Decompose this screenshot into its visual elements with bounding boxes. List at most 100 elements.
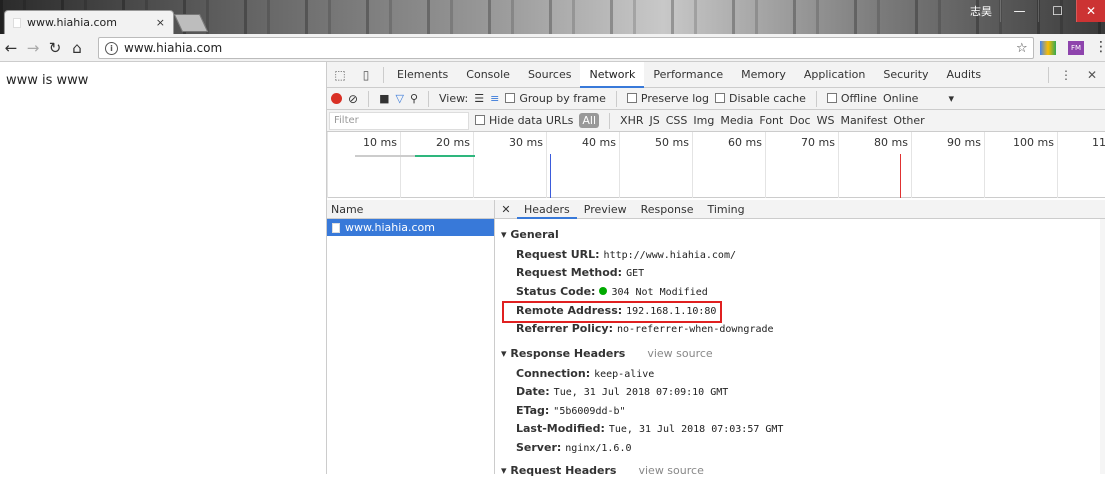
- maximize-button[interactable]: ☐: [1038, 0, 1076, 22]
- view-label: View:: [439, 92, 469, 105]
- tab-response[interactable]: Response: [634, 200, 701, 219]
- filter-icon[interactable]: ▽: [395, 92, 403, 105]
- header-row: Last-Modified: Tue, 31 Jul 2018 07:03:57 …: [516, 422, 784, 435]
- request-name: www.hiahia.com: [345, 221, 436, 234]
- network-lower-area: Name www.hiahia.com ✕ Headers Preview Re…: [327, 200, 1105, 477]
- tab-title: www.hiahia.com: [27, 16, 118, 29]
- status-dot-icon: [599, 287, 608, 295]
- preserve-log-checkbox[interactable]: Preserve log: [626, 92, 709, 105]
- type-filter-other[interactable]: Other: [893, 114, 924, 127]
- tick-label: 60 ms: [728, 136, 762, 149]
- general-section-toggle[interactable]: ▾ General: [501, 228, 559, 241]
- tab-preview[interactable]: Preview: [577, 200, 634, 219]
- tick-label: 100 ms: [1013, 136, 1054, 149]
- download-bar: [415, 155, 475, 157]
- hide-data-urls-checkbox[interactable]: Hide data URLs: [475, 114, 573, 127]
- scrollbar[interactable]: [1100, 219, 1105, 474]
- tab-security[interactable]: Security: [874, 62, 937, 88]
- page-icon: [13, 17, 21, 28]
- reload-icon[interactable]: ↻: [44, 39, 66, 57]
- header-row: Request URL: http://www.hiahia.com/: [516, 248, 736, 261]
- header-row: Request Method: GET: [516, 266, 645, 279]
- minimize-button[interactable]: —: [1000, 0, 1038, 22]
- view-source-link[interactable]: view source: [638, 464, 703, 477]
- record-icon[interactable]: [331, 93, 342, 104]
- devtools-close-icon[interactable]: ✕: [1079, 68, 1105, 82]
- close-details-icon[interactable]: ✕: [495, 203, 517, 216]
- tick-label: 50 ms: [655, 136, 689, 149]
- tab-network[interactable]: Network: [580, 61, 645, 88]
- type-filter-css[interactable]: CSS: [666, 114, 688, 127]
- response-headers-toggle[interactable]: ▾ Response Headers view source: [501, 347, 713, 360]
- type-filter-font[interactable]: Font: [759, 114, 783, 127]
- type-filter-ws[interactable]: WS: [817, 114, 835, 127]
- header-row: Connection: keep-alive: [516, 367, 655, 380]
- tick-label: 80 ms: [874, 136, 908, 149]
- extension-icon-2[interactable]: FM: [1068, 41, 1084, 55]
- type-filter-doc[interactable]: Doc: [789, 114, 810, 127]
- request-list: Name www.hiahia.com: [327, 200, 495, 474]
- tab-audits[interactable]: Audits: [938, 62, 991, 88]
- request-headers-toggle[interactable]: ▾ Request Headers view source: [501, 464, 704, 477]
- back-icon[interactable]: ←: [0, 39, 22, 57]
- type-filter-all[interactable]: All: [579, 113, 600, 128]
- menu-icon[interactable]: ⋮: [1094, 39, 1105, 55]
- highlight-box: [502, 301, 722, 323]
- details-tabbar: ✕ Headers Preview Response Timing: [495, 200, 1105, 219]
- tick-label: 90 ms: [947, 136, 981, 149]
- tick-label: 70 ms: [801, 136, 835, 149]
- filter-input[interactable]: Filter: [329, 111, 469, 130]
- view-source-link[interactable]: view source: [647, 347, 712, 360]
- clear-icon[interactable]: ⊘: [348, 92, 358, 106]
- tick-label: 110: [1092, 136, 1105, 149]
- browser-toolbar: ← → ↻ ⌂ i www.hiahia.com ☆ FM ⋮: [0, 34, 1105, 62]
- offline-checkbox[interactable]: Offline: [826, 92, 877, 105]
- name-column-header[interactable]: Name: [327, 200, 494, 219]
- page-viewport: www is www: [0, 62, 326, 474]
- large-rows-icon[interactable]: ☰: [474, 92, 484, 105]
- inspect-icon[interactable]: ⬚: [327, 68, 353, 82]
- close-button[interactable]: ✕: [1076, 0, 1105, 22]
- header-row: Server: nginx/1.6.0: [516, 441, 632, 454]
- waiting-bar: [355, 155, 415, 157]
- forward-icon[interactable]: →: [22, 39, 44, 57]
- tab-timing[interactable]: Timing: [700, 200, 751, 219]
- info-icon[interactable]: i: [105, 41, 118, 55]
- tick-label: 20 ms: [436, 136, 470, 149]
- devtools-menu-icon[interactable]: ⋮: [1053, 68, 1079, 82]
- type-filter-manifest[interactable]: Manifest: [840, 114, 887, 127]
- filter-bar: Filter Hide data URLs All XHR JS CSS Img…: [327, 110, 1105, 132]
- group-by-frame-checkbox[interactable]: Group by frame: [505, 92, 606, 105]
- request-row[interactable]: www.hiahia.com: [327, 219, 494, 236]
- tab-close-icon[interactable]: ×: [156, 16, 165, 29]
- overview-icon[interactable]: ≡: [490, 92, 499, 105]
- timeline-overview[interactable]: 10 ms 20 ms 30 ms 40 ms 50 ms 60 ms 70 m…: [327, 132, 1105, 198]
- tab-application[interactable]: Application: [795, 62, 874, 88]
- extension-icon[interactable]: [1040, 41, 1056, 55]
- devtools-panel: ⬚ ▯ Elements Console Sources Network Per…: [326, 61, 1105, 477]
- tab-elements[interactable]: Elements: [388, 62, 457, 88]
- tab-console[interactable]: Console: [457, 62, 519, 88]
- disable-cache-checkbox[interactable]: Disable cache: [714, 92, 806, 105]
- capture-screenshots-icon[interactable]: ■: [379, 92, 389, 105]
- device-toolbar-icon[interactable]: ▯: [353, 68, 379, 82]
- header-row: ETag: "5b6009dd-b": [516, 404, 626, 417]
- tab-performance[interactable]: Performance: [644, 62, 732, 88]
- type-filter-img[interactable]: Img: [693, 114, 714, 127]
- header-row: Status Code: 304 Not Modified: [516, 285, 708, 298]
- browser-tab[interactable]: www.hiahia.com ×: [4, 10, 174, 34]
- address-bar[interactable]: i www.hiahia.com: [98, 37, 1034, 59]
- home-icon[interactable]: ⌂: [66, 39, 88, 57]
- tab-headers[interactable]: Headers: [517, 200, 577, 219]
- profile-name[interactable]: 志昊: [970, 3, 992, 19]
- bookmark-star-icon[interactable]: ☆: [1016, 41, 1028, 56]
- tab-memory[interactable]: Memory: [732, 62, 795, 88]
- load-line: [900, 154, 901, 198]
- search-icon[interactable]: ⚲: [410, 92, 418, 105]
- type-filter-xhr[interactable]: XHR: [620, 114, 643, 127]
- type-filter-media[interactable]: Media: [720, 114, 753, 127]
- tab-sources[interactable]: Sources: [519, 62, 581, 88]
- type-filter-js[interactable]: JS: [650, 114, 660, 127]
- request-details: ✕ Headers Preview Response Timing ▾ Gene…: [495, 200, 1105, 477]
- throttle-select[interactable]: Online ▾: [883, 92, 954, 105]
